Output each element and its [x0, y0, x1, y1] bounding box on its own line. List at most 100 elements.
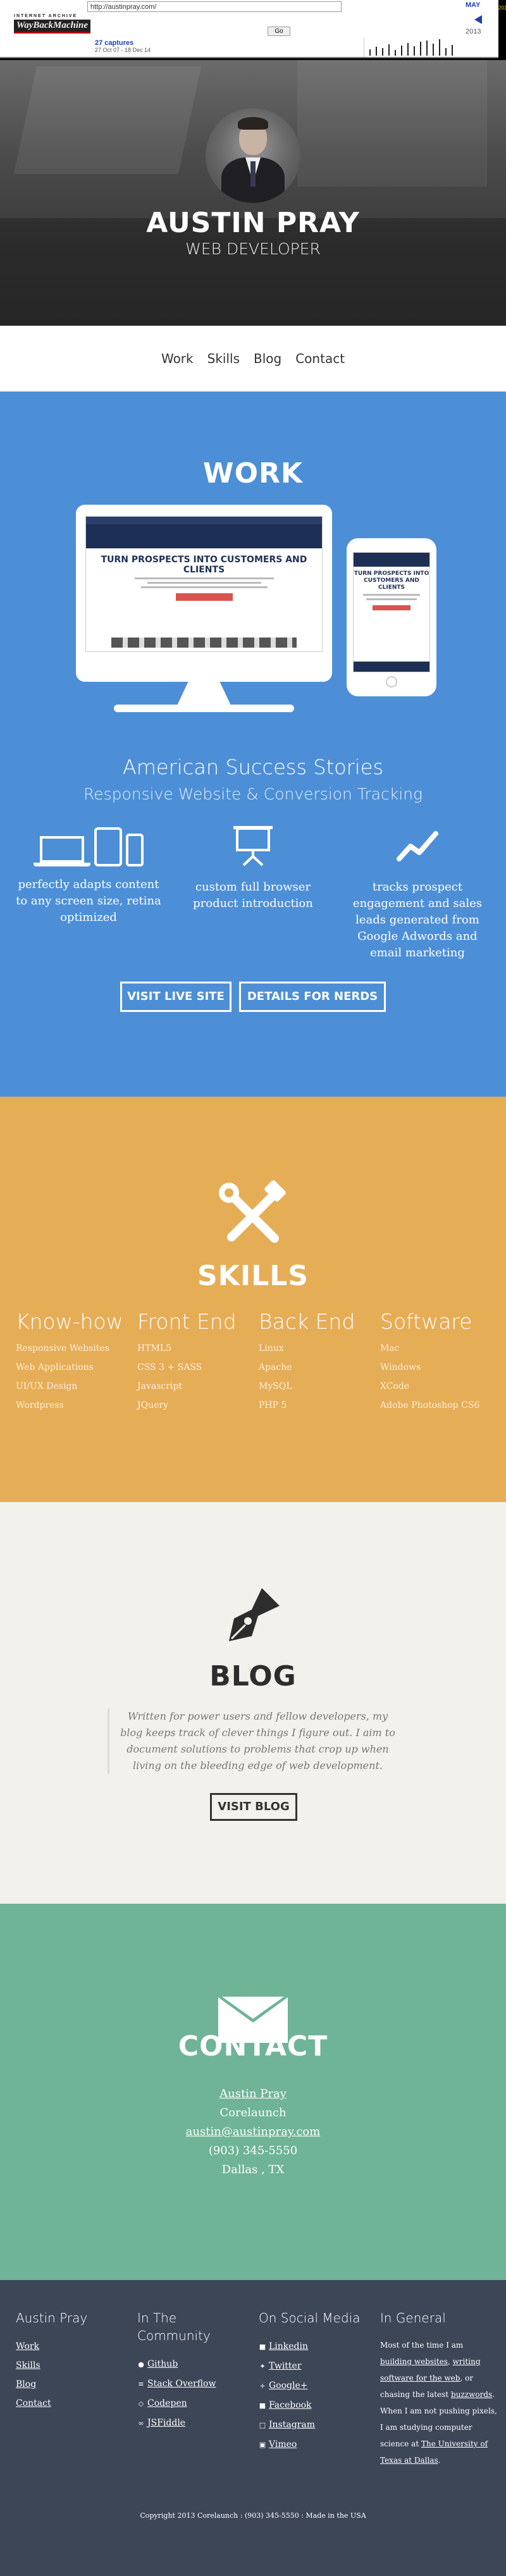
- nav-work[interactable]: Work: [161, 351, 194, 366]
- skill-heading: Know-how: [16, 1309, 123, 1334]
- skill-item: Javascript: [137, 1381, 182, 1391]
- contact-company: Corelaunch: [219, 2106, 287, 2119]
- wayback-go-button[interactable]: Go: [268, 27, 290, 36]
- phone-screen: TURN PROSPECTS INTO CUSTOMERS AND CLIENT…: [353, 552, 430, 672]
- nav-blog[interactable]: Blog: [254, 351, 281, 366]
- skill-heading: Back End: [259, 1309, 355, 1334]
- blog-title: BLOG: [209, 1660, 297, 1692]
- skill-item: Windows: [380, 1362, 421, 1372]
- contact-title: CONTACT: [178, 2030, 328, 2062]
- footer-link-jsfiddle[interactable]: JSFiddle: [147, 2418, 185, 2428]
- details-for-nerds-button[interactable]: DETAILS FOR NERDS: [239, 982, 386, 1012]
- facebook-icon: ■: [259, 2401, 266, 2410]
- avatar: [206, 108, 300, 203]
- capture-bar: [376, 47, 377, 56]
- capture-bar: [407, 43, 409, 56]
- wayback-month[interactable]: MAY: [466, 1, 480, 9]
- skill-item: Adobe Photoshop CS6: [380, 1400, 480, 1410]
- skill-column-software: Software Mac Windows XCode Adobe Photosh…: [380, 1309, 500, 1415]
- footer: Austin Pray Work Skills Blog Contact In …: [0, 2280, 506, 2576]
- work-section: WORK TURN PROSPECTS INTO CUSTOMERS AND C…: [0, 391, 506, 1097]
- feature-responsive: perfectly adapts content to any screen s…: [13, 825, 164, 926]
- skill-column-knowhow: Know-how Responsive Websites Web Applica…: [16, 1309, 136, 1415]
- footer-link-linkedin[interactable]: Linkedin: [269, 2341, 308, 2351]
- skill-item: CSS 3 + SASS: [137, 1362, 202, 1372]
- footer-heading: In The Community: [137, 2310, 211, 2343]
- wayback-sparkline[interactable]: [364, 38, 459, 57]
- skill-item: MySQL: [259, 1381, 292, 1391]
- wayback-side-tab[interactable]: 2013: [498, 0, 506, 60]
- prev-capture-arrow-icon[interactable]: [474, 15, 482, 24]
- capture-bar: [395, 50, 396, 56]
- about-link-building[interactable]: building websites: [380, 2357, 448, 2366]
- skill-item: Apache: [259, 1362, 292, 1372]
- main-nav: Work Skills Blog Contact: [0, 326, 506, 391]
- skill-item: JQuery: [137, 1400, 168, 1410]
- jsfiddle-icon: ∞: [138, 2419, 144, 2427]
- work-title: WORK: [203, 457, 303, 490]
- wayback-logo[interactable]: INTERNET ARCHIVE WayBackMachine: [14, 14, 91, 43]
- footer-link-contact[interactable]: Contact: [16, 2398, 51, 2408]
- visit-live-site-button[interactable]: VISIT LIVE SITE: [120, 982, 231, 1012]
- wayback-captures[interactable]: 27 captures 27 Oct 07 - 18 Dec 14: [95, 39, 151, 53]
- stack-overflow-icon: ≡: [138, 2380, 144, 2388]
- footer-heading: On Social Media: [259, 2310, 361, 2326]
- google-plus-icon: +: [259, 2382, 266, 2390]
- hero-name: AUSTIN PRAY: [146, 207, 360, 239]
- captures-count[interactable]: 27 captures: [95, 39, 151, 47]
- instagram-icon: □: [259, 2421, 266, 2429]
- footer-link-facebook[interactable]: Facebook: [269, 2400, 312, 2410]
- footer-link-stackoverflow[interactable]: Stack Overflow: [147, 2379, 216, 2389]
- footer-link-work[interactable]: Work: [16, 2341, 39, 2351]
- skill-item: XCode: [380, 1381, 410, 1391]
- contact-name-link[interactable]: Austin Pray: [219, 2087, 287, 2100]
- capture-bar: [420, 42, 421, 56]
- phone-mockup: TURN PROSPECTS INTO CUSTOMERS AND CLIENT…: [347, 538, 436, 696]
- skills-section: SKILLS Know-how Responsive Websites Web …: [0, 1097, 506, 1502]
- footer-about: Most of the time I am building websites,…: [380, 2341, 497, 2465]
- capture-bar: [388, 44, 390, 56]
- hero: AUSTIN PRAY WEB DEVELOPER: [0, 60, 506, 326]
- feature-text: perfectly adapts content to any screen s…: [16, 878, 161, 924]
- nav-skills[interactable]: Skills: [207, 351, 240, 366]
- skill-item: Wordpress: [16, 1400, 64, 1410]
- nav-contact[interactable]: Contact: [295, 351, 345, 366]
- capture-bar: [426, 40, 428, 56]
- footer-link-codepen[interactable]: Codepen: [147, 2398, 187, 2408]
- skill-item: Linux: [259, 1343, 284, 1353]
- footer-col-site: Austin Pray Work Skills Blog Contact: [16, 2309, 130, 2413]
- capture-bar: [414, 46, 415, 56]
- footer-link-vimeo[interactable]: Vimeo: [269, 2439, 297, 2450]
- trend-line-icon: [397, 831, 438, 861]
- footer-link-github[interactable]: Github: [147, 2359, 178, 2369]
- capture-bar: [452, 45, 453, 56]
- copyright: Copyright 2013 Corelaunch : (903) 345-55…: [140, 2511, 366, 2520]
- desktop-mockup: TURN PROSPECTS INTO CUSTOMERS AND CLIENT…: [76, 505, 332, 712]
- footer-link-skills[interactable]: Skills: [16, 2360, 40, 2370]
- twitter-icon: ✦: [259, 2362, 266, 2370]
- blog-section: BLOG Written for power users and fellow …: [0, 1502, 506, 1904]
- footer-link-twitter[interactable]: Twitter: [269, 2361, 302, 2371]
- about-link-buzzwords[interactable]: buzzwords: [451, 2390, 492, 2399]
- contact-location: Dallas , TX: [221, 2163, 285, 2176]
- visit-blog-button[interactable]: VISIT BLOG: [210, 1793, 297, 1821]
- footer-link-blog[interactable]: Blog: [16, 2379, 36, 2389]
- footer-heading: In General: [380, 2310, 446, 2326]
- footer-col-social: On Social Media ■ Linkedin ✦ Twitter + Goog…: [259, 2309, 373, 2455]
- contact-phone: (903) 345-5550: [208, 2144, 298, 2157]
- work-subtitle: Responsive Website & Conversion Tracking: [83, 785, 423, 803]
- codepen-icon: ◇: [138, 2400, 144, 2408]
- footer-link-instagram[interactable]: Instagram: [269, 2420, 315, 2430]
- contact-email-link[interactable]: austin@austinpray.com: [186, 2125, 321, 2138]
- skill-item: HTML5: [137, 1343, 172, 1353]
- work-client-name: American Success Stories: [122, 755, 384, 779]
- skill-column-backend: Back End Linux Apache MySQL PHP 5: [259, 1309, 379, 1415]
- skill-heading: Software: [380, 1309, 472, 1334]
- github-icon: ●: [138, 2360, 144, 2369]
- capture-bar: [401, 46, 402, 56]
- footer-link-googleplus[interactable]: Google+: [269, 2381, 308, 2391]
- wayback-url-input[interactable]: [87, 1, 342, 12]
- feature-tracking: tracks prospect engagement and sales lea…: [342, 825, 493, 961]
- capture-bar: [382, 48, 383, 56]
- footer-heading: Austin Pray: [16, 2310, 88, 2326]
